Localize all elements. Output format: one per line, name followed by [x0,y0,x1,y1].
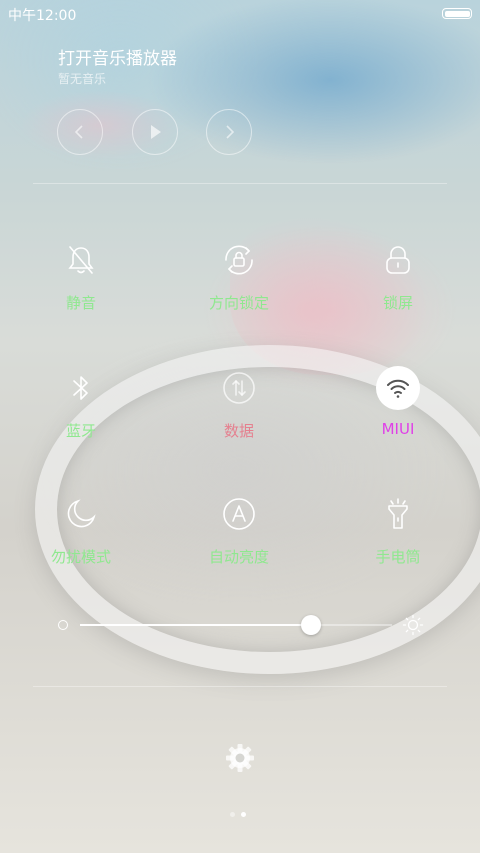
next-icon [226,125,235,139]
page-indicator [230,812,250,820]
page-dot [230,812,235,817]
toggle-mobile-data[interactable]: 数据 [179,366,299,446]
brightness-low-icon [58,620,68,630]
divider-top [33,183,447,184]
lock-icon [376,238,420,282]
moon-icon [59,492,103,536]
brightness-slider[interactable] [56,612,428,638]
divider-bottom [33,686,447,687]
next-button[interactable] [206,109,252,155]
toggle-do-not-disturb[interactable]: 勿扰模式 [21,492,141,572]
play-icon [151,125,161,139]
status-bar: 中午12:00 [0,0,480,28]
toggle-label: 静音 [65,294,96,312]
rotation-lock-icon [217,238,261,282]
toggle-rotation-lock[interactable]: 方向锁定 [179,238,299,318]
wifi-icon [376,366,420,410]
toggle-label: 数据 [223,422,254,440]
status-time: 中午12:00 [8,8,77,24]
toggle-label: MIUI [381,420,415,438]
bluetooth-icon [59,366,103,410]
music-player-title[interactable]: 打开音乐播放器 [58,44,177,69]
music-player-subtitle: 暂无音乐 [58,72,107,86]
gear-icon[interactable] [224,742,256,774]
toggle-wifi[interactable]: MIUI [338,366,458,446]
toggle-label: 手电筒 [375,548,421,566]
toggle-label: 方向锁定 [208,294,269,312]
mute-bell-icon [59,238,103,282]
previous-icon [74,125,83,139]
auto-brightness-icon [217,492,261,536]
toggle-flashlight[interactable]: 手电筒 [338,492,458,572]
toggle-lock-screen[interactable]: 锁屏 [338,238,458,318]
brightness-high-icon [402,614,424,636]
mobile-data-icon [217,366,261,410]
toggle-mute[interactable]: 静音 [21,238,141,318]
toggle-label: 勿扰模式 [50,548,111,566]
flashlight-icon [376,492,420,536]
play-button[interactable] [132,109,178,155]
page-dot [241,812,246,817]
previous-button[interactable] [57,109,103,155]
toggle-label: 锁屏 [382,294,413,312]
toggle-label: 蓝牙 [65,422,96,440]
brightness-thumb[interactable] [300,615,321,635]
battery-icon [442,8,472,19]
brightness-fill [80,624,311,626]
toggle-label: 自动亮度 [208,548,269,566]
toggle-auto-brightness[interactable]: 自动亮度 [179,492,299,572]
toggle-bluetooth[interactable]: 蓝牙 [21,366,141,446]
brightness-track[interactable] [80,615,392,635]
